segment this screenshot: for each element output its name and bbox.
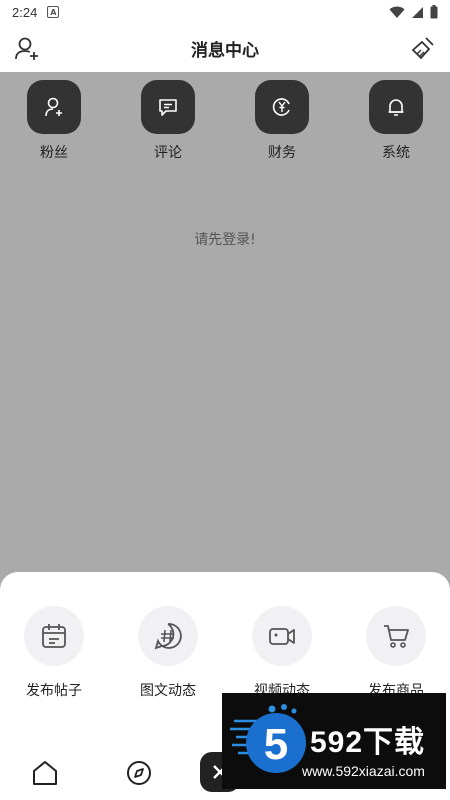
yuan-icon [255, 80, 309, 134]
login-prompt[interactable]: 请先登录! [0, 229, 450, 249]
category-finance[interactable]: 财务 [242, 80, 322, 162]
watermark-url: www.592xiazai.com [302, 763, 425, 779]
message-categories: 粉丝 评论 财务 系统 [0, 80, 450, 170]
clear-broom-icon[interactable] [410, 35, 436, 61]
publish-video-button[interactable]: 视频动态 [232, 606, 332, 700]
video-camera-icon [252, 606, 312, 666]
category-comments[interactable]: 评论 [128, 80, 208, 162]
calendar-post-icon [24, 606, 84, 666]
status-indicators [389, 5, 438, 19]
comment-icon [141, 80, 195, 134]
watermark-brand: 592下载 [310, 726, 426, 759]
page-title: 消息中心 [191, 40, 259, 61]
category-label: 系统 [382, 145, 410, 161]
category-system[interactable]: 系统 [356, 80, 436, 162]
action-label: 发布帖子 [26, 683, 82, 699]
category-label: 评论 [154, 145, 182, 161]
status-time: 2:24 [12, 4, 38, 20]
hashtag-icon [138, 606, 198, 666]
home-icon[interactable] [30, 758, 60, 788]
shopping-cart-icon [366, 606, 426, 666]
wifi-icon [389, 6, 405, 18]
message-content-area: 粉丝 评论 财务 系统 请先登录! [0, 72, 450, 592]
app-notification-icon: A [47, 6, 60, 18]
publish-product-button[interactable]: 发布商品 [346, 606, 446, 700]
status-bar: 2:24 A [0, 0, 450, 24]
add-friend-icon[interactable] [14, 36, 40, 62]
user-add-icon [27, 80, 81, 134]
category-label: 财务 [268, 145, 296, 161]
compass-icon[interactable] [124, 758, 154, 788]
svg-text:5: 5 [264, 720, 288, 769]
publish-post-button[interactable]: 发布帖子 [4, 606, 104, 700]
category-fans[interactable]: 粉丝 [14, 80, 94, 162]
signal-icon [412, 6, 423, 18]
header-bar: 消息中心 [0, 24, 450, 72]
action-label: 图文动态 [140, 683, 196, 699]
watermark-logo: 5 592下载 www.592xiazai.com [222, 693, 446, 789]
publish-image-text-button[interactable]: 图文动态 [118, 606, 218, 700]
battery-icon [430, 5, 438, 19]
category-label: 粉丝 [40, 145, 68, 161]
bell-icon [369, 80, 423, 134]
